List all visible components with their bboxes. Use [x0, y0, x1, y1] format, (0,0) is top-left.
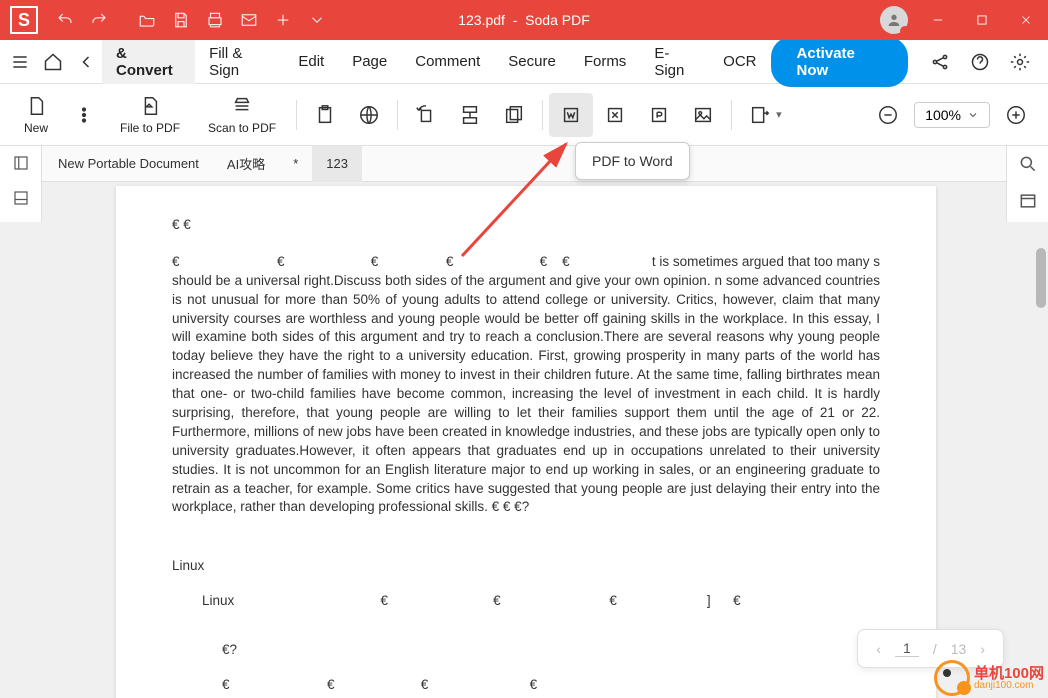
minimize-button[interactable] [916, 0, 960, 40]
page-text: € € € € € € [172, 253, 570, 272]
clipboard-icon[interactable] [303, 93, 347, 137]
web-icon[interactable] [347, 93, 391, 137]
page-text: Linux € € € ] € [172, 592, 880, 611]
maximize-button[interactable] [960, 0, 1004, 40]
split-icon[interactable] [448, 93, 492, 137]
page-text: €? [172, 641, 880, 660]
document-tab-bar: New Portable Document AI攻略 * 123 [0, 146, 1048, 182]
new-button[interactable]: New [10, 87, 62, 143]
prev-page-icon[interactable]: ‹ [876, 641, 881, 657]
watermark: 单机100网 danji100.com [934, 660, 1044, 696]
mail-icon[interactable] [232, 0, 266, 40]
scrollbar-thumb[interactable] [1036, 248, 1046, 308]
save-icon[interactable] [164, 0, 198, 40]
file-to-pdf-button[interactable]: File to PDF [106, 87, 194, 143]
home-icon[interactable] [37, 44, 70, 80]
next-page-icon[interactable]: › [980, 641, 985, 657]
app-logo: S [10, 6, 38, 34]
tab-convert[interactable]: & Convert [102, 40, 195, 84]
pdf-page[interactable]: € € € € € € € € t is sometimes argued th… [116, 186, 936, 698]
tab-forms[interactable]: Forms [570, 40, 641, 84]
tab-fill-sign[interactable]: Fill & Sign [195, 40, 284, 84]
menu-bar: & Convert Fill & Sign Edit Page Comment … [0, 40, 1048, 84]
share-icon[interactable] [922, 44, 958, 80]
document-tab[interactable]: New Portable Document [44, 146, 213, 182]
panel-icon[interactable] [12, 154, 30, 177]
zoom-select[interactable]: 100% [914, 102, 990, 128]
chevron-down-icon[interactable] [300, 0, 334, 40]
more-icon[interactable] [62, 93, 106, 137]
open-icon[interactable] [130, 0, 164, 40]
tab-ocr[interactable]: OCR [709, 40, 770, 84]
rotate-icon[interactable] [404, 93, 448, 137]
page-total: 13 [951, 641, 967, 657]
tooltip-pdf-to-word: PDF to Word [575, 142, 690, 180]
divider [542, 100, 543, 130]
hamburger-icon[interactable] [4, 44, 37, 80]
title-bar: S 123.pdf - Soda PDF [0, 0, 1048, 40]
document-tab[interactable]: AI攻略 [213, 146, 279, 182]
zoom-out-icon[interactable] [866, 93, 910, 137]
help-icon[interactable] [962, 44, 998, 80]
tab-page[interactable]: Page [338, 40, 401, 84]
tab-edit[interactable]: Edit [284, 40, 338, 84]
undo-icon[interactable] [48, 0, 82, 40]
plus-icon[interactable] [266, 0, 300, 40]
window-title: 123.pdf - Soda PDF [458, 12, 590, 28]
page-body-text: should be a universal right.Discuss both… [172, 272, 880, 518]
document-tab-modified: * [279, 146, 312, 182]
gear-icon[interactable] [1002, 44, 1038, 80]
tab-comment[interactable]: Comment [401, 40, 494, 84]
bookmark-icon[interactable] [12, 189, 30, 212]
divider [296, 100, 297, 130]
left-dock [0, 146, 42, 222]
page-text: Linux [172, 557, 880, 576]
document-tab[interactable]: 123 [312, 146, 362, 182]
pdf-to-ppt-button[interactable] [637, 93, 681, 137]
page-text: € € € € [172, 676, 880, 695]
divider [731, 100, 732, 130]
activate-button[interactable]: Activate Now [771, 37, 908, 87]
page-number-input[interactable] [895, 640, 919, 657]
convert-toolbar: New File to PDF Scan to PDF ▾ 100% [0, 84, 1048, 146]
print-icon[interactable] [198, 0, 232, 40]
watermark-url: danji100.com [974, 681, 1044, 691]
pdf-to-word-button[interactable] [549, 93, 593, 137]
pdf-to-excel-button[interactable] [593, 93, 637, 137]
zoom-in-icon[interactable] [994, 93, 1038, 137]
watermark-title: 单机100网 [974, 666, 1044, 681]
close-button[interactable] [1004, 0, 1048, 40]
divider [397, 100, 398, 130]
combine-icon[interactable] [492, 93, 536, 137]
page-text: t is sometimes argued that too many s [652, 253, 880, 272]
search-icon[interactable] [1018, 154, 1038, 179]
right-dock [1006, 146, 1048, 222]
window-icon[interactable] [1018, 191, 1038, 216]
user-avatar[interactable] [880, 6, 908, 34]
page-text: € € [172, 216, 880, 235]
watermark-icon [934, 660, 970, 696]
redo-icon[interactable] [82, 0, 116, 40]
page-separator: / [933, 641, 937, 657]
pdf-to-image-button[interactable] [681, 93, 725, 137]
nav-back-icon[interactable] [69, 44, 102, 80]
document-area: € € € € € € € € t is sometimes argued th… [0, 182, 1048, 698]
tab-esign[interactable]: E-Sign [640, 40, 709, 84]
scan-to-pdf-button[interactable]: Scan to PDF [194, 87, 290, 143]
tab-secure[interactable]: Secure [494, 40, 570, 84]
